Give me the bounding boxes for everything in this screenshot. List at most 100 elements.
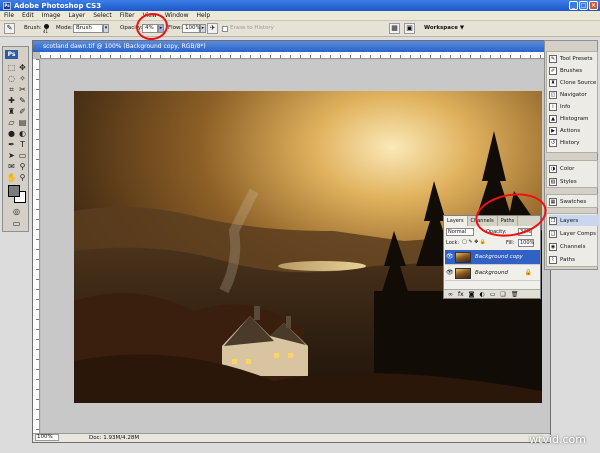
eraser-tool-preset-icon[interactable]: ✎ <box>4 23 15 34</box>
dock-swatches[interactable]: ▦ Swatches <box>549 196 599 207</box>
dock-layer-comps[interactable]: ❑ Layer Comps <box>549 228 599 239</box>
foreground-color-swatch[interactable] <box>8 185 20 197</box>
airbrush-icon[interactable]: ✈ <box>207 23 218 34</box>
link-icon[interactable]: ∞ <box>448 290 453 298</box>
crop-tool-icon[interactable]: ⌗ <box>6 85 17 95</box>
dock-group-color: ◑ Color ▧ Styles <box>546 160 598 188</box>
layer-thumbnail <box>455 252 471 263</box>
dock-layers[interactable]: ❒ Layers <box>549 215 599 226</box>
brushes-icon: ✐ <box>549 66 557 75</box>
dock-paths[interactable]: ⌇ Paths <box>549 254 599 265</box>
menu-help[interactable]: Help <box>197 12 211 19</box>
document-title[interactable]: scotland dawn.tif @ 100% (Background cop… <box>33 41 550 52</box>
dock-tool-presets[interactable]: ✎ Tool Presets <box>549 53 599 64</box>
dock-actions[interactable]: ▶ Actions <box>549 125 599 136</box>
menu-window[interactable]: Window <box>165 12 189 19</box>
type-tool-icon[interactable]: T <box>17 140 28 150</box>
mode-select[interactable]: Brush <box>73 24 103 33</box>
eyedropper-tool-icon[interactable]: ⚲ <box>17 162 28 172</box>
dock-history[interactable]: ↺ History <box>549 137 599 148</box>
options-bar: ✎ Brush: 41 Mode: Brush ▾ Opacity: 4% ▸ … <box>0 21 600 37</box>
quick-mask-icon[interactable]: ◎ <box>11 207 22 217</box>
document-icon[interactable]: ▣ <box>404 23 415 34</box>
layers-lock-row: Lock: ▢ ✎ ✥ 🔒 Fill: 100% <box>446 239 540 248</box>
hand-tool-icon[interactable]: ✋ <box>6 173 17 183</box>
adjustment-icon[interactable]: ◐ <box>480 290 485 298</box>
zoom-tool-icon[interactable]: ⚲ <box>17 173 28 183</box>
trash-icon[interactable]: 🗑 <box>511 290 519 298</box>
dock-brushes[interactable]: ✐ Brushes <box>549 65 599 76</box>
panel-dock: ✎ Tool Presets ✐ Brushes ♜ Clone Source ◫ Na… <box>544 40 599 270</box>
history-brush-tool-icon[interactable]: ✐ <box>17 107 28 117</box>
navigator-icon: ◫ <box>549 90 557 99</box>
flow-input[interactable]: 100% <box>182 24 201 33</box>
swatches-icon: ▦ <box>549 197 557 206</box>
zoom-field[interactable]: 100% <box>35 434 59 441</box>
lock-icon: 🔒 <box>524 269 532 276</box>
eraser-tool-icon[interactable]: ▱ <box>6 118 17 128</box>
title-bar: Ps Adobe Photoshop CS3 _ □ × <box>0 0 600 11</box>
palette-well-icon[interactable]: ▦ <box>389 23 400 34</box>
maximize-button[interactable]: □ <box>579 1 588 10</box>
menu-file[interactable]: File <box>4 12 14 19</box>
menu-filter[interactable]: Filter <box>120 12 135 19</box>
dock-info[interactable]: i Info <box>549 101 599 112</box>
mask-icon[interactable]: ◙ <box>469 290 475 298</box>
photoshop-app-icon: Ps <box>3 1 11 10</box>
eye-icon[interactable]: 👁 <box>446 270 454 276</box>
minimize-button[interactable]: _ <box>569 1 578 10</box>
flow-label: Flow: <box>168 25 183 31</box>
folder-icon[interactable]: ▭ <box>490 290 496 298</box>
fill-input[interactable]: 100% <box>518 239 534 247</box>
dock-color[interactable]: ◑ Color <box>549 163 599 174</box>
layer-background[interactable]: 👁 Background 🔒 <box>445 266 540 281</box>
dock-styles[interactable]: ▧ Styles <box>549 176 599 187</box>
tab-layers[interactable]: Layers <box>444 216 468 226</box>
path-selection-tool-icon[interactable]: ➤ <box>6 151 17 161</box>
lock-icons[interactable]: ▢ ✎ ✥ 🔒 <box>462 239 486 245</box>
pen-tool-icon[interactable]: ✒ <box>6 140 17 150</box>
dock-histogram[interactable]: ▲ Histogram <box>549 113 599 124</box>
history-icon: ↺ <box>549 138 557 147</box>
dodge-tool-icon[interactable]: ◐ <box>17 129 28 139</box>
dock-channels[interactable]: ◉ Channels <box>549 241 599 252</box>
lasso-tool-icon[interactable]: ◌ <box>6 74 17 84</box>
menu-layer[interactable]: Layer <box>68 12 85 19</box>
clone-stamp-tool-icon[interactable]: ♜ <box>6 107 17 117</box>
paths-icon: ⌇ <box>549 255 557 264</box>
screen-mode-icon[interactable]: ▭ <box>11 219 22 229</box>
info-icon: i <box>549 102 557 111</box>
mode-dropdown-arrow-icon[interactable]: ▾ <box>103 24 109 33</box>
mode-label: Mode: <box>56 25 73 31</box>
watermark: wtvid.com <box>529 433 586 446</box>
brush-tool-icon[interactable]: ✎ <box>17 96 28 106</box>
shape-tool-icon[interactable]: ▭ <box>17 151 28 161</box>
move-tool-icon[interactable]: ✥ <box>17 63 28 73</box>
healing-brush-tool-icon[interactable]: ✚ <box>6 96 17 106</box>
dock-clone-source[interactable]: ♜ Clone Source <box>549 77 599 88</box>
horizontal-ruler[interactable] <box>40 52 550 59</box>
dock-navigator[interactable]: ◫ Navigator <box>549 89 599 100</box>
gradient-tool-icon[interactable]: ▤ <box>17 118 28 128</box>
blend-mode-select[interactable]: Normal <box>446 228 474 236</box>
color-icon: ◑ <box>549 164 557 173</box>
magic-wand-tool-icon[interactable]: ✧ <box>17 74 28 84</box>
flow-slider-arrow-icon[interactable]: ▸ <box>200 24 206 33</box>
erase-to-history-checkbox[interactable] <box>222 26 228 32</box>
menu-image[interactable]: Image <box>42 12 61 19</box>
marquee-tool-icon[interactable]: ⬚ <box>6 63 17 73</box>
fx-icon[interactable]: fx <box>458 290 464 298</box>
workspace-menu[interactable]: Workspace ▼ <box>424 24 464 33</box>
menu-edit[interactable]: Edit <box>22 12 34 19</box>
slice-tool-icon[interactable]: ✂ <box>17 85 28 95</box>
layer-background-copy[interactable]: 👁 Background copy <box>445 250 540 265</box>
vertical-ruler[interactable] <box>33 59 40 435</box>
new-layer-icon[interactable]: ❑ <box>500 290 505 298</box>
blur-tool-icon[interactable]: ● <box>6 129 17 139</box>
toolbox: Ps ⬚ ✥ ◌ ✧ ⌗ ✂ ✚ ✎ ♜ ✐ ▱ ▤ ● ◐ ✒ T ➤ ▭ ✉… <box>2 46 29 232</box>
notes-tool-icon[interactable]: ✉ <box>6 162 17 172</box>
eye-icon[interactable]: 👁 <box>446 254 454 260</box>
close-button[interactable]: × <box>589 1 598 10</box>
document-size[interactable]: Doc: 1.93M/4.28M <box>89 434 139 442</box>
menu-select[interactable]: Select <box>93 12 112 19</box>
